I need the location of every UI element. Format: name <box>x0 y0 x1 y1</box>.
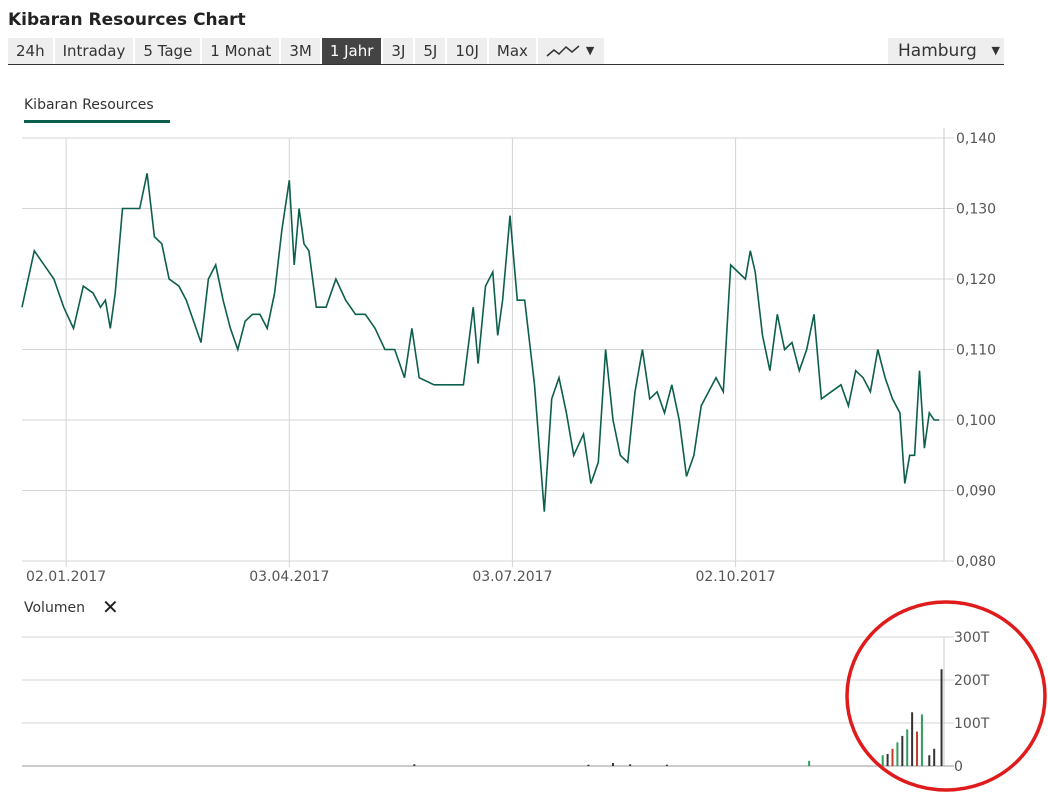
vol-y-tick-label: 0 <box>954 759 963 775</box>
y-tick-label: 0,090 <box>956 484 996 500</box>
x-tick-label: 02.01.2017 <box>26 569 106 585</box>
volume-y-ticks: 300T 200T 100T 0 <box>954 630 990 775</box>
volume-label: Volumen <box>24 600 85 616</box>
volume-grid <box>22 636 954 767</box>
price-series-line <box>21 173 940 512</box>
x-tick-label: 03.07.2017 <box>472 569 552 585</box>
highlight-circle <box>845 600 1047 792</box>
x-tick-label: 02.10.2017 <box>695 569 775 585</box>
y-tick-label: 0,110 <box>956 343 996 359</box>
y-tick-label: 0,120 <box>956 272 996 288</box>
close-icon[interactable]: ✕ <box>102 596 119 618</box>
price-y-ticks: 0,140 0,130 0,120 0,110 0,100 0,090 0,080 <box>956 131 996 570</box>
price-grid <box>22 128 954 567</box>
vol-y-tick-label: 100T <box>954 716 990 732</box>
vol-y-tick-label: 300T <box>954 630 990 646</box>
y-tick-label: 0,130 <box>956 202 996 218</box>
volume-bars <box>413 669 943 766</box>
y-tick-label: 0,080 <box>956 554 996 570</box>
x-tick-label: 03.04.2017 <box>249 569 329 585</box>
price-chart: 0,140 0,130 0,120 0,110 0,100 0,090 0,080 02.0… <box>21 128 996 585</box>
price-x-ticks: 02.01.2017 03.04.2017 03.07.2017 02.10.2017 <box>26 569 776 585</box>
y-tick-label: 0,140 <box>956 131 996 147</box>
vol-y-tick-label: 200T <box>954 673 990 689</box>
y-tick-label: 0,100 <box>956 413 996 429</box>
